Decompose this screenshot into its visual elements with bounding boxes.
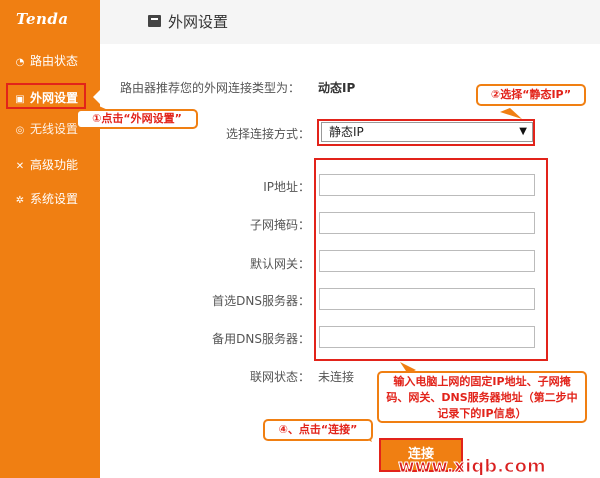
watermark: www.xiqb.com bbox=[398, 456, 547, 478]
callout-step3: 输入电脑上网的固定IP地址、子网掩码、网关、DNS服务器地址（第二步中记录下的I… bbox=[377, 371, 587, 423]
arrow-step2 bbox=[500, 108, 522, 119]
callout-step1: ①点击“外网设置” bbox=[76, 109, 198, 129]
callout-step2: ②选择“静态IP” bbox=[476, 84, 586, 106]
callout-step4: ④、点击“连接” bbox=[263, 419, 373, 441]
